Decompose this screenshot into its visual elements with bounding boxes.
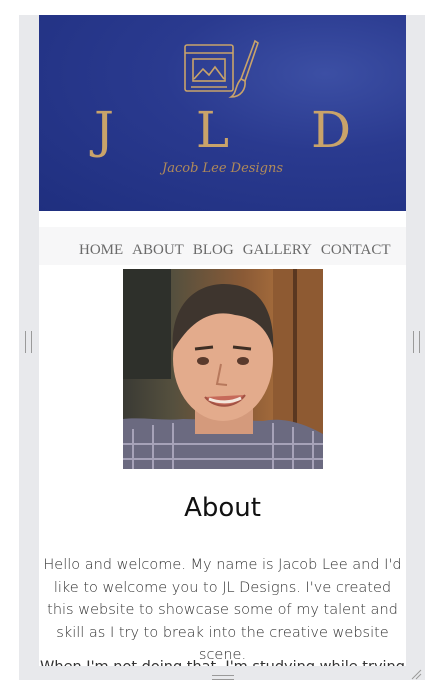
resize-handle-bottom-icon[interactable] <box>212 675 234 680</box>
resize-handle-right-icon[interactable] <box>413 331 420 353</box>
about-paragraph: Hello and welcome. My name is Jacob Lee … <box>43 557 402 663</box>
about-heading: About <box>184 493 261 523</box>
nav-item-gallery[interactable]: GALLERY <box>243 242 312 259</box>
canvas-paintbrush-logo-icon <box>184 39 259 98</box>
nav-item-contact[interactable]: CONTACT <box>321 242 391 259</box>
about-paragraph-continued: When I'm not doing that, I'm studying wh… <box>39 656 406 666</box>
nav-item-blog[interactable]: BLOG <box>193 242 234 259</box>
header-banner: J L D Jacob Lee Designs <box>39 15 406 211</box>
profile-photo <box>123 269 323 469</box>
nav-menu: HOME ABOUT BLOG GALLERY CONTACT <box>79 242 391 259</box>
navigation-bar: HOME ABOUT BLOG GALLERY CONTACT <box>39 227 406 265</box>
nav-item-home[interactable]: HOME <box>79 242 123 259</box>
nav-item-about[interactable]: ABOUT <box>132 242 184 259</box>
resize-handle-left-icon[interactable] <box>25 331 32 353</box>
logo-monogram: J L D <box>93 101 385 159</box>
logo-tagline: Jacob Lee Designs <box>162 161 283 176</box>
resize-corner-icon[interactable] <box>410 668 422 680</box>
page-viewport: J L D Jacob Lee Designs HOME ABOUT BLOG … <box>39 15 406 666</box>
